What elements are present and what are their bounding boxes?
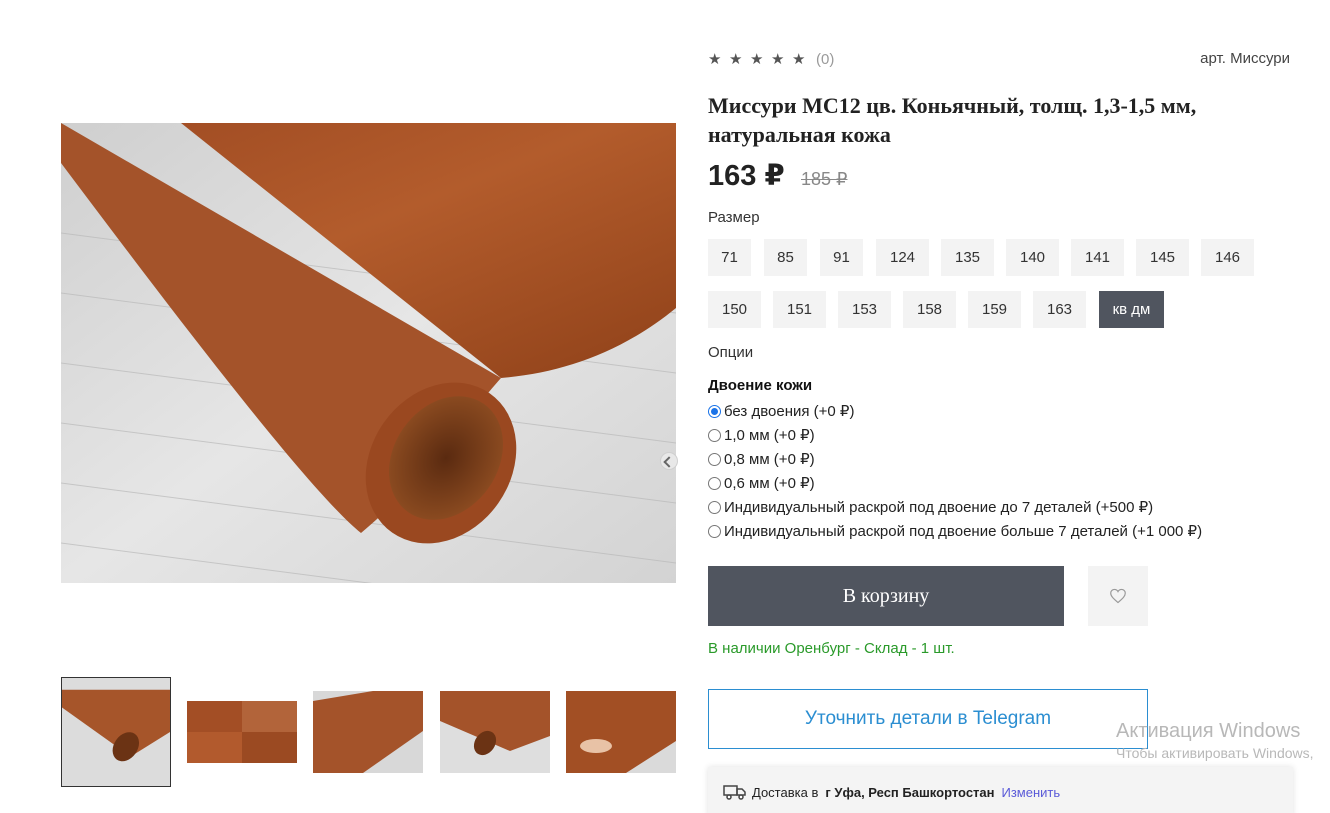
thumbnail-1[interactable] bbox=[61, 677, 171, 787]
rating-count: (0) bbox=[816, 51, 835, 68]
split-option-custom-more[interactable]: Индивидуальный раскрой под двоение больш… bbox=[708, 522, 1202, 540]
size-option[interactable]: 150 bbox=[708, 291, 761, 328]
split-option-none[interactable]: без двоения (+0 ₽) bbox=[708, 402, 854, 420]
product-main-image[interactable] bbox=[61, 123, 676, 583]
option-group-title: Двоение кожи bbox=[708, 377, 813, 394]
size-option-selected[interactable]: кв дм bbox=[1099, 291, 1164, 328]
size-option[interactable]: 91 bbox=[820, 239, 863, 276]
star-icon: ★ bbox=[729, 50, 743, 68]
options-label: Опции bbox=[708, 344, 754, 361]
size-label: Размер bbox=[708, 209, 760, 226]
heart-icon bbox=[1110, 588, 1126, 604]
size-option[interactable]: 145 bbox=[1136, 239, 1189, 276]
radio-button[interactable] bbox=[708, 404, 721, 418]
delivery-bar: Доставка в г Уфа, Респ Башкортостан Изме… bbox=[708, 767, 1293, 813]
old-price: 185 ₽ bbox=[801, 169, 848, 189]
windows-activation-watermark: Активация Windows Чтобы активировать Win… bbox=[1116, 720, 1314, 761]
radio-label: 1,0 мм (+0 ₽) bbox=[724, 427, 815, 444]
watermark-line-2: Чтобы активировать Windows, bbox=[1116, 745, 1314, 761]
star-icon: ★ bbox=[792, 50, 806, 68]
size-option[interactable]: 159 bbox=[968, 291, 1021, 328]
radio-button[interactable] bbox=[708, 428, 721, 442]
radio-label: Индивидуальный раскрой под двоение до 7 … bbox=[724, 499, 1154, 516]
product-title: Миссури МС12 цв. Коньячный, толщ. 1,3-1,… bbox=[708, 93, 1197, 147]
split-option-0-6[interactable]: 0,6 мм (+0 ₽) bbox=[708, 474, 815, 492]
size-option[interactable]: 141 bbox=[1071, 239, 1124, 276]
size-option[interactable]: 153 bbox=[838, 291, 891, 328]
delivery-prefix: Доставка в bbox=[752, 784, 819, 800]
radio-button[interactable] bbox=[708, 452, 721, 466]
size-option[interactable]: 163 bbox=[1033, 291, 1086, 328]
size-option[interactable]: 158 bbox=[903, 291, 956, 328]
add-to-cart-button[interactable]: В корзину bbox=[708, 566, 1064, 626]
delivery-city: г Уфа, Респ Башкортостан bbox=[825, 784, 995, 800]
radio-button[interactable] bbox=[708, 500, 721, 514]
truck-icon bbox=[723, 785, 746, 800]
radio-button[interactable] bbox=[708, 476, 721, 490]
product-sku: арт. Миссури bbox=[1200, 50, 1290, 67]
size-option[interactable]: 151 bbox=[773, 291, 826, 328]
size-option[interactable]: 135 bbox=[941, 239, 994, 276]
wishlist-button[interactable] bbox=[1088, 566, 1148, 626]
thumbnail-5[interactable] bbox=[566, 691, 676, 773]
size-option[interactable]: 85 bbox=[764, 239, 807, 276]
size-option[interactable]: 146 bbox=[1201, 239, 1254, 276]
change-city-link[interactable]: Изменить bbox=[1002, 785, 1061, 800]
size-option[interactable]: 140 bbox=[1006, 239, 1059, 276]
radio-label: 0,8 мм (+0 ₽) bbox=[724, 451, 815, 468]
split-option-1-0[interactable]: 1,0 мм (+0 ₽) bbox=[708, 426, 815, 444]
radio-label: без двоения (+0 ₽) bbox=[724, 403, 855, 420]
radio-label: Индивидуальный раскрой под двоение больш… bbox=[724, 523, 1203, 540]
stock-status: В наличии Оренбург - Склад - 1 шт. bbox=[708, 640, 955, 657]
rating[interactable]: ★ ★ ★ ★ ★ (0) bbox=[708, 51, 834, 68]
star-icon: ★ bbox=[708, 50, 722, 68]
watermark-line-1: Активация Windows bbox=[1116, 720, 1301, 742]
gallery-next-arrow-icon[interactable] bbox=[660, 452, 678, 470]
telegram-button[interactable]: Уточнить детали в Telegram bbox=[708, 689, 1148, 749]
split-option-0-8[interactable]: 0,8 мм (+0 ₽) bbox=[708, 450, 815, 468]
current-price: 163 ₽ bbox=[708, 160, 785, 192]
size-option[interactable]: 124 bbox=[876, 239, 929, 276]
size-option[interactable]: 71 bbox=[708, 239, 751, 276]
star-icon: ★ bbox=[771, 50, 785, 68]
radio-label: 0,6 мм (+0 ₽) bbox=[724, 475, 815, 492]
star-icon: ★ bbox=[750, 50, 764, 68]
thumbnail-3[interactable] bbox=[313, 691, 423, 773]
thumbnail-2[interactable] bbox=[187, 701, 297, 763]
radio-button[interactable] bbox=[708, 524, 721, 538]
split-option-custom-7[interactable]: Индивидуальный раскрой под двоение до 7 … bbox=[708, 498, 1153, 516]
thumbnail-4[interactable] bbox=[440, 691, 550, 773]
